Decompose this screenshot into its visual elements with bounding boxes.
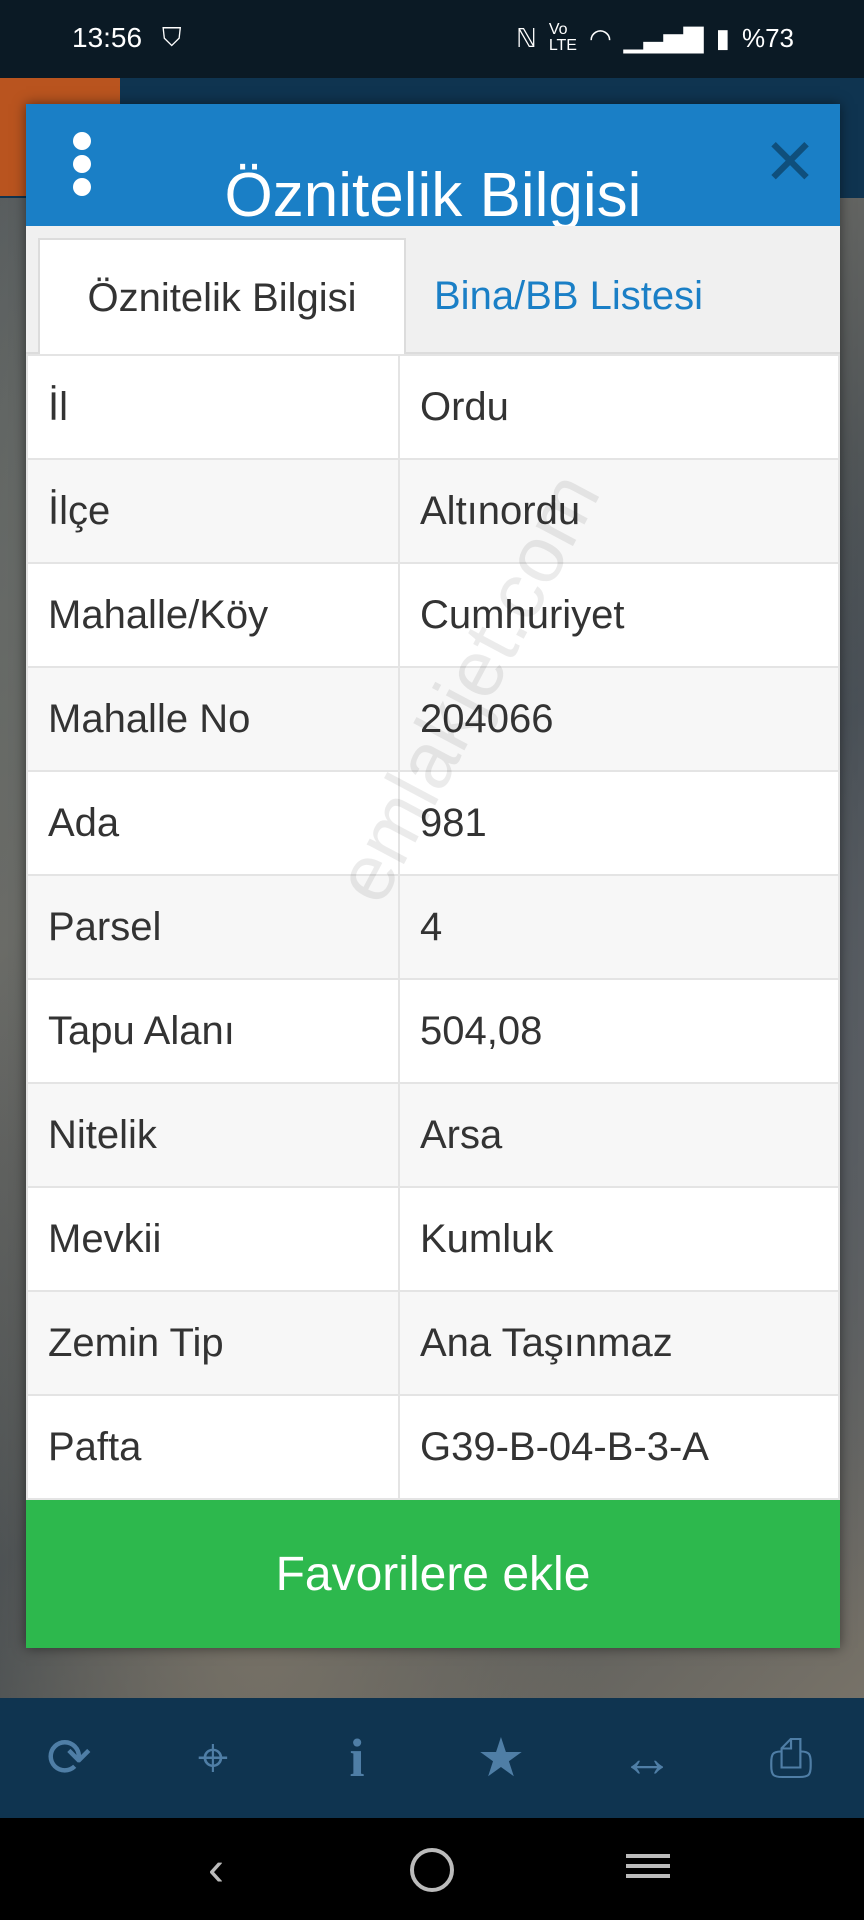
row-key: İlçe: [26, 458, 400, 564]
status-time: 13:56: [72, 22, 143, 53]
table-row: Parsel 4: [26, 874, 840, 980]
table-row: Zemin Tip Ana Taşınmaz: [26, 1290, 840, 1396]
row-value: Arsa: [398, 1082, 840, 1188]
table-row: Mahalle/Köy Cumhuriyet: [26, 562, 840, 668]
home-icon[interactable]: [402, 1840, 462, 1900]
row-value: Altınordu: [398, 458, 840, 564]
star-icon[interactable]: ★: [466, 1726, 536, 1790]
measure-icon[interactable]: ↔: [612, 1726, 682, 1790]
row-key: Nitelik: [26, 1082, 400, 1188]
row-key: Zemin Tip: [26, 1290, 400, 1396]
row-value: 204066: [398, 666, 840, 772]
table-row: Mevkii Kumluk: [26, 1186, 840, 1292]
system-nav-bar: ‹: [0, 1818, 864, 1920]
shield-icon: ⛉: [162, 22, 182, 52]
row-key: İl: [26, 354, 400, 460]
crosshair-icon[interactable]: ⌖: [178, 1726, 248, 1790]
signal-icon: ▁▃▅▇: [623, 22, 704, 53]
table-row: Mahalle No 204066: [26, 666, 840, 772]
row-value: Ana Taşınmaz: [398, 1290, 840, 1396]
row-value: G39-B-04-B-3-A: [398, 1394, 840, 1500]
table-row: Nitelik Arsa: [26, 1082, 840, 1188]
row-value: Cumhuriyet: [398, 562, 840, 668]
attribute-table: İl Ordu İlçe Altınordu Mahalle/Köy Cumhuriy…: [26, 354, 840, 1500]
tab-building-list[interactable]: Bina/BB Listesi: [410, 238, 830, 354]
row-key: Mahalle/Köy: [26, 562, 400, 668]
row-value: Ordu: [398, 354, 840, 460]
dialog-title: Öznitelik Bilgisi: [224, 161, 642, 228]
print-icon[interactable]: ⎙: [756, 1726, 826, 1790]
table-row: İl Ordu: [26, 354, 840, 460]
back-icon[interactable]: ‹: [186, 1840, 246, 1900]
tab-bar: Öznitelik Bilgisi Bina/BB Listesi: [26, 226, 840, 354]
row-key: Mevkii: [26, 1186, 400, 1292]
row-value: 4: [398, 874, 840, 980]
attribute-dialog: Öznitelik Bilgisi ✕ Öznitelik Bilgisi Bi…: [26, 104, 840, 1648]
row-key: Pafta: [26, 1394, 400, 1500]
row-key: Ada: [26, 770, 400, 876]
battery-level: %73: [741, 22, 794, 53]
battery-icon: ▮: [715, 22, 730, 53]
row-value: Kumluk: [398, 1186, 840, 1292]
row-key: Parsel: [26, 874, 400, 980]
table-row: Tapu Alanı 504,08: [26, 978, 840, 1084]
wifi-icon: ◠: [588, 22, 612, 53]
row-key: Tapu Alanı: [26, 978, 400, 1084]
row-key: Mahalle No: [26, 666, 400, 772]
table-row: Ada 981: [26, 770, 840, 876]
volte-icon: Vo LTE: [548, 21, 577, 54]
nfc-icon: ℕ: [515, 22, 537, 53]
add-favorite-button[interactable]: Favorilere ekle: [26, 1500, 840, 1648]
table-row: Pafta G39-B-04-B-3-A: [26, 1394, 840, 1500]
status-icons: ℕ Vo LTE ◠ ▁▃▅▇ ▮ %73: [516, 22, 794, 54]
tab-attribute-info[interactable]: Öznitelik Bilgisi: [38, 238, 406, 354]
row-value: 981: [398, 770, 840, 876]
refresh-icon[interactable]: ⟳: [34, 1726, 104, 1790]
dialog-header: Öznitelik Bilgisi ✕: [26, 104, 840, 228]
recents-icon[interactable]: [618, 1840, 678, 1900]
info-icon[interactable]: i: [322, 1726, 392, 1790]
close-icon[interactable]: ✕: [762, 130, 818, 194]
table-row: İlçe Altınordu: [26, 458, 840, 564]
status-bar: 13:56 ⛉ ℕ Vo LTE ◠ ▁▃▅▇ ▮ %73: [0, 0, 864, 78]
row-value: 504,08: [398, 978, 840, 1084]
map-toolbar: ⟳ ⌖ i ★ ↔ ⎙: [0, 1698, 864, 1818]
